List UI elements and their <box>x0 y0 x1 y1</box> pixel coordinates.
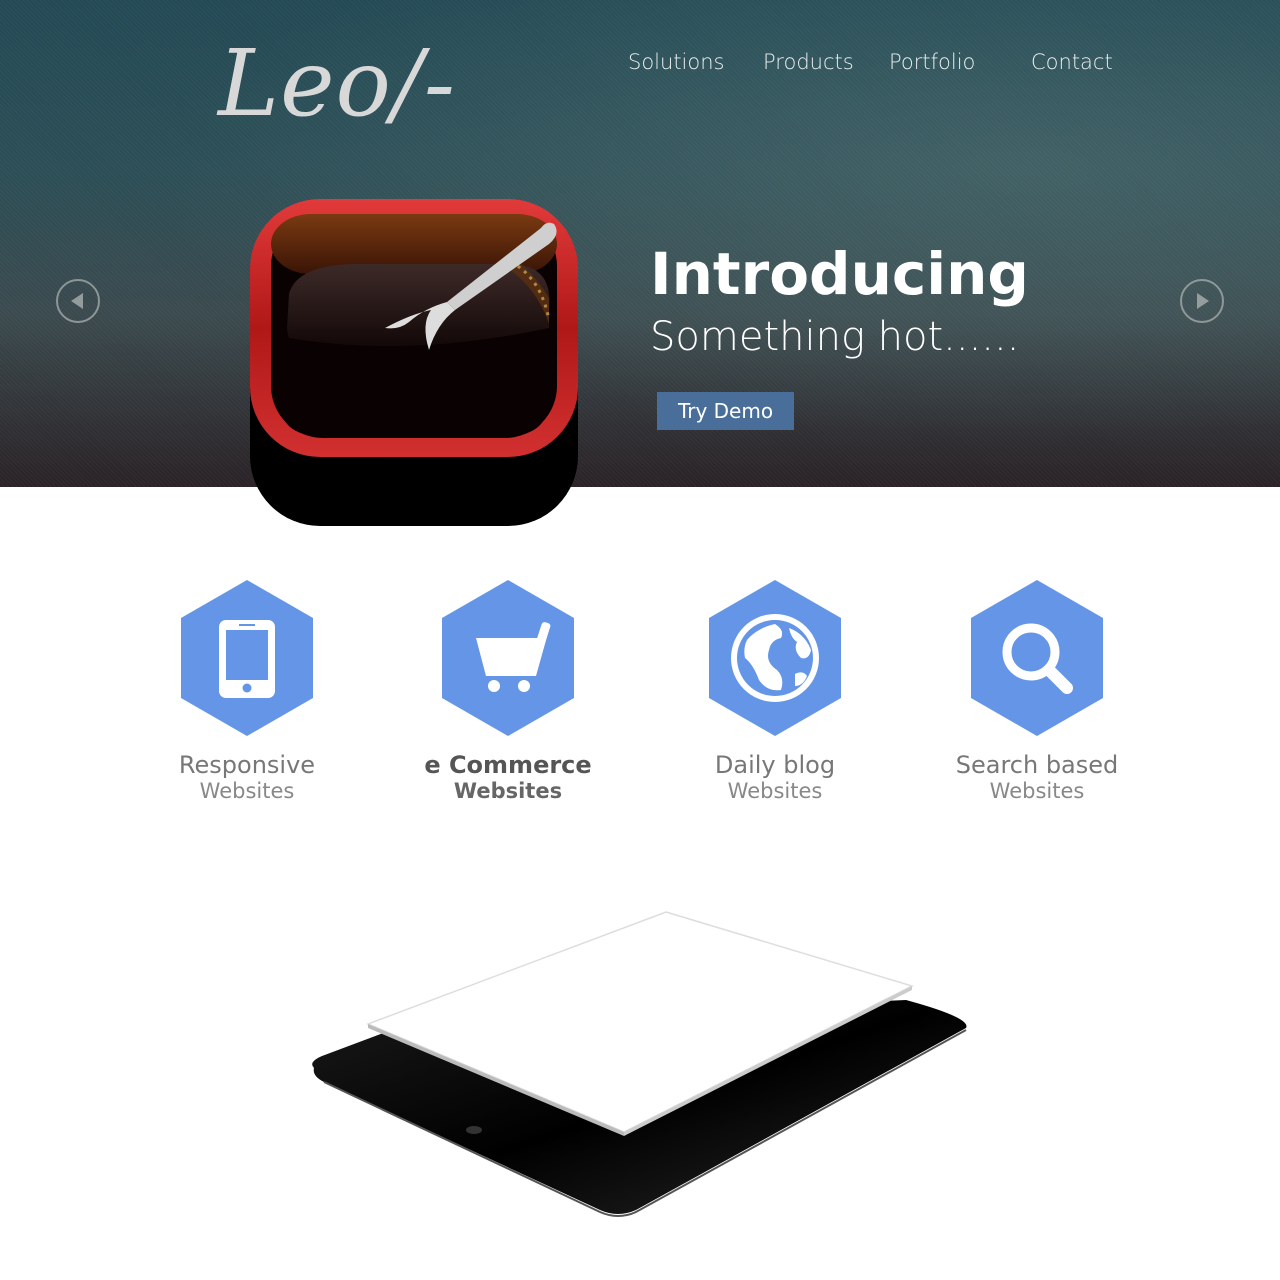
feature-title: e Commerce <box>424 751 592 779</box>
dessert-app-icon <box>250 199 578 526</box>
search-icon <box>971 580 1103 736</box>
chevron-left-icon <box>71 293 83 309</box>
main-nav: Solutions Products Portfolio Contact <box>0 50 1280 82</box>
feature-title: Responsive <box>178 751 316 779</box>
feature-subtitle: Websites <box>199 779 295 804</box>
hero-banner: Leo/- Solutions Products Portfolio Conta… <box>0 0 1280 487</box>
hero-title: Introducing <box>650 240 1029 308</box>
chevron-right-icon <box>1197 293 1209 309</box>
try-demo-button[interactable]: Try Demo <box>657 392 794 430</box>
nav-item-solutions[interactable]: Solutions <box>628 50 725 74</box>
feature-subtitle: Websites <box>727 779 823 804</box>
feature-subtitle: Websites <box>453 779 563 804</box>
carousel-prev-button[interactable] <box>56 279 100 323</box>
feature-responsive[interactable]: Responsive Websites <box>117 578 377 818</box>
feature-subtitle: Websites <box>989 779 1085 804</box>
tablet-icon <box>181 580 313 736</box>
feature-ecommerce[interactable]: e Commerce Websites <box>378 578 638 818</box>
nav-item-portfolio[interactable]: Portfolio <box>889 50 975 74</box>
feature-title: Search based <box>955 751 1119 779</box>
nav-item-products[interactable]: Products <box>763 50 854 74</box>
cart-icon <box>442 580 574 736</box>
tablet-illustration <box>312 911 967 1217</box>
feature-daily-blog[interactable]: Daily blog Websites <box>645 578 905 818</box>
nav-item-contact[interactable]: Contact <box>1031 50 1113 74</box>
globe-icon <box>709 580 841 736</box>
carousel-next-button[interactable] <box>1180 279 1224 323</box>
feature-title: Daily blog <box>714 751 836 779</box>
hero-subtitle: Something hot...... <box>650 314 1020 360</box>
feature-search-based[interactable]: Search based Websites <box>907 578 1167 818</box>
